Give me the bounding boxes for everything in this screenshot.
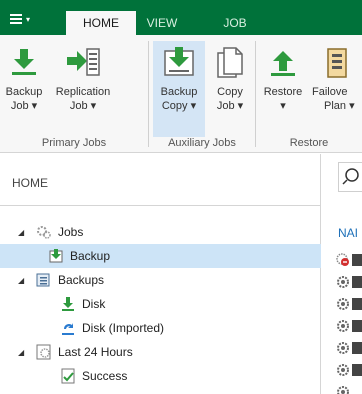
- replication-job-label-2: Job ▾: [69, 100, 97, 112]
- tree-item-last-24-hours[interactable]: ◢ Last 24 Hours: [0, 340, 321, 364]
- ribbon: Backup Job ▾ Replication Job ▾ Backup Co…: [0, 35, 362, 153]
- restore-label-2: ▾: [280, 100, 286, 112]
- restore-icon: [265, 45, 301, 81]
- tree-item-label: Disk (Imported): [82, 321, 165, 335]
- failover-plan-label-1: Failove: [312, 86, 348, 98]
- pane-title: HOME: [12, 176, 48, 190]
- tab-view[interactable]: VIEW: [140, 11, 184, 35]
- backup-job-button[interactable]: Backup Job ▾: [2, 41, 46, 113]
- expand-triangle-icon[interactable]: ◢: [18, 348, 28, 357]
- backup-copy-icon: [161, 45, 197, 81]
- restore-label-1: Restore: [263, 86, 303, 98]
- disk-imported-icon: [60, 320, 76, 336]
- search-icon: [342, 167, 360, 188]
- tree-item-backups[interactable]: ◢ Backups: [0, 268, 321, 292]
- failover-plan-icon: [324, 45, 360, 81]
- ribbon-group-divider: [148, 41, 149, 147]
- replication-job-label-1: Replication: [55, 86, 111, 98]
- tree-item-label: Last 24 Hours: [58, 345, 133, 359]
- replication-job-button[interactable]: Replication Job ▾: [52, 41, 114, 113]
- tab-job[interactable]: JOB: [214, 11, 256, 35]
- tree-item-disk-imported[interactable]: Disk (Imported): [0, 316, 321, 340]
- backups-icon: [36, 272, 52, 288]
- backup-job-icon: [48, 248, 64, 264]
- job-gear-icon: [336, 363, 350, 377]
- group-label-primary-jobs: Primary Jobs: [41, 137, 107, 149]
- job-gear-icon: [336, 275, 350, 289]
- tree-item-label: Success: [82, 369, 128, 383]
- tree-item-label: Disk: [82, 297, 106, 311]
- table-row[interactable]: [352, 254, 362, 266]
- search-input[interactable]: [338, 162, 362, 192]
- ribbon-group-divider: [255, 41, 256, 147]
- backup-copy-label-2: Copy ▾: [161, 100, 197, 112]
- jobs-gears-icon: [36, 224, 52, 240]
- backup-copy-button[interactable]: Backup Copy ▾: [153, 41, 205, 137]
- backup-job-label-2: Job ▾: [10, 100, 38, 112]
- failover-plan-label-2: Plan ▾: [324, 100, 355, 112]
- restore-button[interactable]: Restore ▾: [258, 41, 308, 113]
- group-label-auxiliary-jobs: Auxiliary Jobs: [168, 137, 236, 149]
- pane-divider: [0, 205, 321, 206]
- table-row[interactable]: [352, 320, 362, 332]
- group-label-restore: Restore: [289, 137, 329, 149]
- tree-item-disk[interactable]: Disk: [0, 292, 321, 316]
- success-icon: [60, 368, 76, 384]
- expand-triangle-icon[interactable]: ◢: [18, 228, 28, 237]
- job-gear-icon: [336, 319, 350, 333]
- table-row[interactable]: [352, 298, 362, 310]
- job-gear-icon: [336, 385, 350, 394]
- copy-job-button[interactable]: Copy Job ▾: [210, 41, 250, 113]
- expand-triangle-icon[interactable]: ◢: [18, 276, 28, 285]
- disk-icon: [60, 296, 76, 312]
- copy-job-label-1: Copy: [217, 86, 243, 98]
- tab-home[interactable]: HOME: [66, 11, 136, 35]
- backup-job-label-1: Backup: [5, 86, 43, 98]
- tree-item-label: Jobs: [58, 225, 84, 239]
- backup-copy-label-1: Backup: [160, 86, 198, 98]
- job-gear-icon: [336, 297, 350, 311]
- chevron-down-icon: ▾: [26, 14, 31, 24]
- replication-job-icon: [65, 45, 101, 81]
- copy-job-icon: [212, 45, 248, 81]
- job-failed-icon: [336, 253, 350, 267]
- table-row[interactable]: [352, 276, 362, 288]
- navigation-tree-pane: HOME ◢ Jobs Backup ◢ Backups Disk Disk (…: [0, 154, 321, 394]
- main-menu-button[interactable]: ▾: [10, 9, 50, 29]
- copy-job-label-2: Job ▾: [216, 100, 244, 112]
- table-row[interactable]: [352, 364, 362, 376]
- job-gear-icon: [336, 341, 350, 355]
- hamburger-icon: [10, 14, 22, 24]
- tree-item-success[interactable]: Success: [0, 364, 321, 388]
- tree-item-label: Backups: [58, 273, 105, 287]
- column-header-name[interactable]: NAI: [338, 226, 358, 240]
- tree-item-jobs[interactable]: ◢ Jobs: [0, 220, 321, 244]
- tree-item-backup[interactable]: Backup: [0, 244, 321, 268]
- backup-job-icon: [6, 45, 42, 81]
- job-list-pane: NAI: [322, 154, 362, 394]
- history-icon: [36, 344, 52, 360]
- tree-item-label: Backup: [70, 249, 111, 263]
- failover-plan-button[interactable]: Failove Plan ▾: [310, 41, 362, 113]
- ribbon-tab-bar: ▾ HOME VIEW JOB: [0, 0, 362, 35]
- table-row[interactable]: [352, 342, 362, 354]
